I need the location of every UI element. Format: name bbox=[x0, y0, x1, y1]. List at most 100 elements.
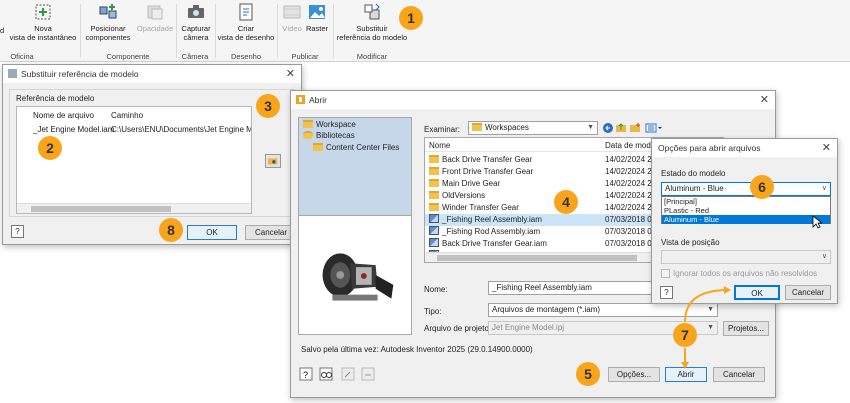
video-button[interactable]: Vídeo bbox=[280, 2, 304, 33]
cancel-button[interactable]: Cancelar bbox=[713, 367, 765, 382]
bottom-toolbar: ? bbox=[299, 367, 375, 381]
browse-folder-icon bbox=[267, 158, 278, 165]
place-components-button[interactable]: Posicionar componentes bbox=[82, 2, 134, 42]
position-view-label: Vista de posição bbox=[661, 238, 720, 247]
file-type-combobox[interactable]: Arquivos de montagem (*.iam) ▼ bbox=[488, 303, 718, 317]
file-date: 07/03/2018 03 bbox=[605, 215, 657, 224]
model-state-label: Estado do modelo bbox=[661, 169, 726, 178]
folder-icon bbox=[429, 179, 439, 187]
help-icon[interactable]: ? bbox=[299, 367, 313, 381]
callout-8: 8 bbox=[159, 218, 183, 242]
projects-button[interactable]: Projetos... bbox=[723, 321, 769, 336]
row-path: C:\Users\ENU\Documents\Jet Engine Model\… bbox=[111, 125, 251, 134]
assembly-file-icon bbox=[429, 226, 439, 235]
folder-icon bbox=[313, 143, 323, 151]
dialog-title-bar: Abrir ✕ bbox=[291, 91, 775, 109]
close-icon[interactable]: ✕ bbox=[822, 139, 831, 157]
chevron-down-icon: ▼ bbox=[587, 124, 594, 131]
ribbon-truncated-button[interactable]: d bbox=[0, 26, 4, 35]
new-folder-icon[interactable] bbox=[630, 123, 640, 132]
raster-button[interactable]: Raster bbox=[305, 2, 329, 33]
open-button[interactable]: Abrir bbox=[665, 367, 707, 382]
model-state-combobox[interactable]: Aluminum - Blue ∨ bbox=[661, 182, 831, 196]
sidebar-item-workspace[interactable]: Workspace bbox=[303, 120, 356, 129]
folder-icon bbox=[472, 123, 482, 131]
callout-2: 2 bbox=[38, 136, 62, 160]
file-name: _Fishing Rod Assembly.iam bbox=[442, 227, 541, 236]
table-row[interactable]: _Jet Engine Model.iam C:\Users\ENU\Docum… bbox=[17, 124, 251, 136]
opacity-button[interactable]: Opacidade bbox=[136, 2, 174, 33]
help-icon[interactable]: ? bbox=[11, 225, 24, 238]
dropdown-option[interactable]: PLastic - Red bbox=[662, 206, 830, 215]
folder-icon bbox=[429, 155, 439, 163]
group-label-componente: Componente bbox=[106, 52, 150, 61]
dialog-title: Substituir referência de modelo bbox=[21, 69, 139, 79]
create-drawing-view-button[interactable]: Criar vista de desenho bbox=[216, 2, 276, 42]
file-date: 14/02/2024 20 bbox=[605, 203, 657, 212]
scrollbar-thumb[interactable] bbox=[437, 255, 637, 261]
file-name: Back Drive Transfer Gear.iam bbox=[442, 239, 547, 248]
chevron-down-icon: ∨ bbox=[821, 185, 827, 192]
column-header-date[interactable]: Data de modi bbox=[605, 141, 653, 150]
shortcut-icon[interactable] bbox=[341, 367, 355, 381]
close-icon[interactable]: ✕ bbox=[286, 65, 295, 83]
ignore-unresolved-checkbox[interactable] bbox=[661, 269, 670, 278]
ribbon: d Nova vista de instantâneo Posicionar c… bbox=[0, 0, 850, 62]
look-in-combobox[interactable]: Workspaces ▼ bbox=[468, 121, 598, 135]
mouse-cursor-icon bbox=[812, 215, 822, 229]
sidebar-item-bibliotecas[interactable]: Bibliotecas bbox=[303, 131, 355, 140]
file-name: _Fishing Reel Assembly.iam bbox=[442, 215, 542, 224]
group-label-oficina: Oficina bbox=[10, 52, 34, 61]
up-folder-icon[interactable] bbox=[616, 123, 626, 132]
horizontal-scrollbar[interactable] bbox=[17, 203, 251, 213]
section-title: Referência de modelo bbox=[16, 94, 95, 103]
app-icon bbox=[8, 69, 17, 78]
snapshot-view-icon bbox=[35, 4, 51, 20]
dialog-title: Abrir bbox=[309, 95, 327, 105]
folder-icon bbox=[429, 167, 439, 175]
navigation-toolbar bbox=[603, 123, 662, 133]
group-label-modificar: Modificar bbox=[356, 52, 388, 61]
file-type-label: Tipo: bbox=[424, 307, 442, 316]
file-name: Main Drive Gear bbox=[442, 179, 501, 188]
view-menu-icon[interactable] bbox=[645, 123, 662, 133]
sidebar-item-content-center[interactable]: Content Center Files bbox=[313, 143, 399, 152]
folder-icon bbox=[429, 203, 439, 211]
dropdown-option[interactable]: [Principal] bbox=[662, 197, 830, 206]
file-date: 07/03/2018 02 bbox=[605, 239, 657, 248]
column-header-filename[interactable]: Nome de arquivo bbox=[33, 111, 94, 120]
ok-button[interactable]: OK bbox=[734, 285, 780, 300]
project-file-label: Arquivo de projeto: bbox=[424, 324, 492, 333]
replace-model-reference-button[interactable]: Substituir referência do modelo bbox=[334, 2, 410, 42]
svg-text:?: ? bbox=[303, 370, 308, 380]
column-header-path[interactable]: Caminho bbox=[111, 111, 143, 120]
assembly-file-icon bbox=[429, 238, 439, 247]
browse-button[interactable] bbox=[265, 154, 281, 168]
capture-camera-button[interactable]: Capturar câmera bbox=[178, 2, 214, 42]
library-icon bbox=[303, 131, 313, 139]
cancel-button[interactable]: Cancelar bbox=[785, 285, 831, 300]
new-snapshot-view-button[interactable]: Nova vista de instantâneo bbox=[8, 2, 78, 42]
callout-5: 5 bbox=[576, 362, 600, 386]
options-button[interactable]: Opções... bbox=[608, 367, 660, 382]
video-icon bbox=[283, 5, 301, 19]
folder-icon bbox=[429, 191, 439, 199]
camera-icon bbox=[188, 5, 204, 18]
group-label-publicar: Publicar bbox=[291, 52, 319, 61]
back-icon[interactable] bbox=[603, 123, 613, 133]
file-date: 14/02/2024 20 bbox=[605, 191, 657, 200]
reference-list[interactable]: Nome de arquivo Caminho _Jet Engine Mode… bbox=[16, 106, 252, 214]
scrollbar-thumb[interactable] bbox=[31, 206, 171, 212]
help-icon[interactable]: ? bbox=[660, 286, 673, 299]
model-state-dropdown-list: [Principal] PLastic - Red Aluminum - Blu… bbox=[661, 196, 831, 224]
find-icon[interactable] bbox=[319, 367, 333, 381]
ignore-unresolved-label: Ignorar todos os arquivos não resolvidos bbox=[673, 269, 818, 278]
callout-3: 3 bbox=[256, 94, 280, 118]
column-header-name[interactable]: Nome bbox=[429, 141, 450, 150]
position-view-combobox[interactable]: ∨ bbox=[661, 250, 831, 264]
close-icon[interactable]: ✕ bbox=[760, 91, 769, 109]
vault-icon[interactable] bbox=[361, 367, 375, 381]
callout-4: 4 bbox=[554, 190, 578, 214]
dropdown-option-selected[interactable]: Aluminum - Blue bbox=[662, 215, 830, 224]
ok-button[interactable]: OK bbox=[187, 225, 237, 240]
